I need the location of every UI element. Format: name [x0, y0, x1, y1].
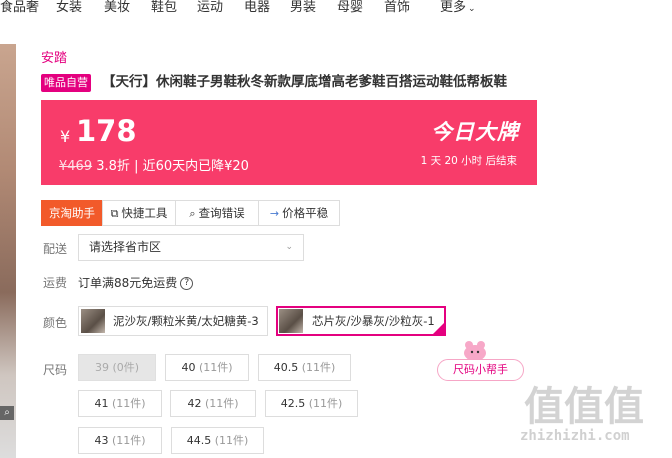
event-title: 今日大牌 [431, 120, 519, 144]
color-option-selected[interactable]: 芯片灰/沙暴灰/沙粒灰-1 [276, 306, 446, 336]
size-label: 尺码 [43, 363, 68, 377]
color-label: 颜色 [43, 316, 68, 330]
shipping-label: 运费 [43, 276, 68, 290]
nav-item-shoes-bags[interactable]: 鞋包 [151, 0, 177, 16]
current-price: 178 [76, 114, 137, 148]
shipping-text: 订单满88元免运费 [78, 276, 178, 290]
size-value: 41 [94, 397, 109, 410]
self-operated-badge: 唯品自营 [41, 74, 91, 92]
delivery-label: 配送 [43, 242, 68, 256]
region-select[interactable]: 请选择省市区 ⌄ [78, 234, 304, 261]
copy-icon: ⧉ [110, 207, 119, 220]
nav-item-women[interactable]: 女装 [56, 0, 82, 16]
selected-check-icon [433, 323, 444, 334]
size-value: 42.5 [280, 397, 306, 410]
product-title: 【天行】休闲鞋子男鞋秋冬新款厚底增高老爹鞋百搭运动鞋低帮板鞋 [102, 74, 507, 90]
size-option[interactable]: 41 (11件) [78, 390, 162, 417]
size-value: 42 [187, 397, 202, 410]
size-value: 43 [94, 434, 109, 447]
tool-price-stable[interactable]: → 价格平稳 [258, 200, 340, 226]
color-option-name: 芯片灰/沙暴灰/沙粒灰-1 [312, 314, 435, 328]
chevron-down-icon: ⌄ [468, 4, 476, 14]
size-value: 40 [181, 361, 196, 374]
product-image-partial[interactable] [0, 44, 16, 458]
nav-item-jewelry[interactable]: 首饰 [384, 0, 410, 16]
size-option[interactable]: 42.5 (11件) [265, 390, 358, 417]
size-stock: (11件) [198, 361, 233, 374]
price-banner: ¥ 178 ¥469 3.8折 | 近60天内已降¥20 今日大牌 1 天 20… [41, 100, 537, 185]
nav-item-men[interactable]: 男装 [290, 0, 316, 16]
search-icon: ⌕ [189, 207, 196, 220]
nav-item-baby[interactable]: 母婴 [337, 0, 363, 16]
original-price: ¥469 [59, 159, 93, 174]
help-icon[interactable]: ? [180, 277, 194, 290]
size-helper-button[interactable]: 尺码小帮手 [437, 359, 524, 381]
size-stock: (0件) [112, 361, 140, 374]
price-detail-line: ¥469 3.8折 | 近60天内已降¥20 [59, 155, 249, 174]
top-category-nav: 食品奢 女装 美妆 鞋包 运动 电器 男装 母婴 首饰 更多 ⌄ [0, 0, 672, 18]
discount-rate: 3.8折 [96, 159, 130, 174]
size-stock: (11件) [214, 434, 249, 447]
size-value: 44.5 [186, 434, 212, 447]
size-option-disabled: 39 (0件) [78, 354, 156, 381]
color-swatch-thumbnail [279, 309, 303, 333]
watermark-logo: 值值值 [524, 384, 644, 430]
size-stock: (11件) [301, 361, 336, 374]
size-stock: (11件) [111, 434, 146, 447]
tool-label: 京淘助手 [49, 206, 95, 220]
size-option[interactable]: 40.5 (11件) [258, 354, 351, 381]
tool-label: 价格平稳 [282, 206, 329, 220]
nav-item-sports[interactable]: 运动 [197, 0, 223, 16]
arrow-right-icon: → [269, 207, 280, 220]
tool-jingtao-assistant[interactable]: 京淘助手 [41, 200, 103, 226]
tool-label: 查询错误 [198, 206, 245, 220]
size-option[interactable]: 40 (11件) [165, 354, 249, 381]
tool-label: 快捷工具 [121, 206, 168, 220]
color-swatch-thumbnail [81, 309, 105, 333]
brand-link[interactable]: 安踏 [41, 47, 67, 66]
size-stock: (11件) [204, 397, 239, 410]
nav-item-appliances[interactable]: 电器 [244, 0, 270, 16]
nav-more-label: 更多 [440, 0, 467, 15]
nav-item-beauty[interactable]: 美妆 [104, 0, 130, 16]
event-countdown: 1 天 20 小时 后结束 [420, 155, 517, 167]
zoom-icon[interactable]: ⌕ [0, 406, 14, 420]
size-option[interactable]: 43 (11件) [78, 427, 162, 454]
region-select-value: 请选择省市区 [89, 240, 162, 254]
size-stock: (11件) [308, 397, 343, 410]
size-option[interactable]: 44.5 (11件) [171, 427, 264, 454]
nav-item-food[interactable]: 食品奢 [0, 0, 39, 16]
site-watermark: 值值值 zhizhizhi.com [520, 374, 672, 458]
chevron-down-icon: ⌄ [285, 242, 293, 252]
shipping-info: 订单满88元免运费? [78, 274, 194, 291]
size-value: 40.5 [273, 361, 299, 374]
size-option[interactable]: 42 (11件) [170, 390, 256, 417]
price-history-note: | 近60天内已降¥20 [134, 159, 249, 174]
color-option[interactable]: 泥沙灰/颗粒米黄/太妃糖黄-3 [78, 306, 268, 336]
tool-query-error[interactable]: ⌕ 查询错误 [175, 200, 259, 226]
color-option-name: 泥沙灰/颗粒米黄/太妃糖黄-3 [113, 314, 259, 328]
watermark-url: zhizhizhi.com [520, 428, 630, 444]
tool-quick-tools[interactable]: ⧉ 快捷工具 [102, 200, 176, 226]
size-stock: (11件) [111, 397, 146, 410]
size-value: 39 [94, 361, 109, 374]
currency-symbol: ¥ [60, 127, 71, 146]
nav-more-button[interactable]: 更多 ⌄ [440, 0, 476, 17]
